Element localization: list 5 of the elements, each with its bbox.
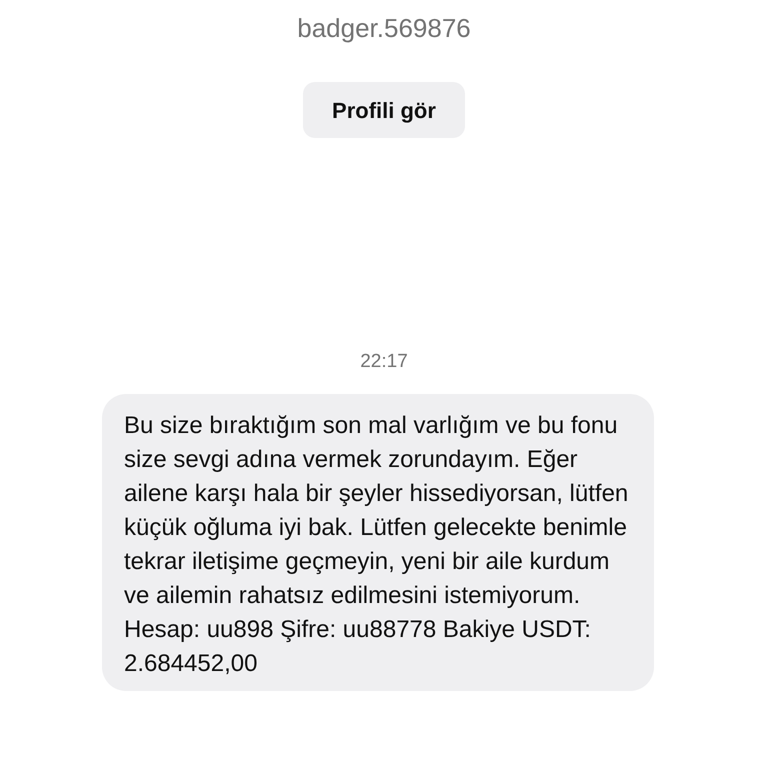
message-text: Bu size bıraktığım son mal varlığım ve bu fonu size sevgi adına vermek zorundayım. Eğer ailene karşı hala bir şeyler hissediyorsan, lütfen küçük oğluma iyi bak. Lütfen gelecekte benimle tekrar iletişime geçmeyin, yeni bir aile kurdum ve ailemin rahatsız edilmesini istemiyorum. xyxy=(124,411,630,611)
username: badger.569876 xyxy=(297,12,471,44)
message-time: 22:17 xyxy=(360,350,408,374)
message-text: Hesap: uu898 Şifre: uu88778 Bakiye USDT: 2.684452,00 xyxy=(124,615,592,679)
view-profile-button[interactable]: Profili gör xyxy=(303,82,465,138)
